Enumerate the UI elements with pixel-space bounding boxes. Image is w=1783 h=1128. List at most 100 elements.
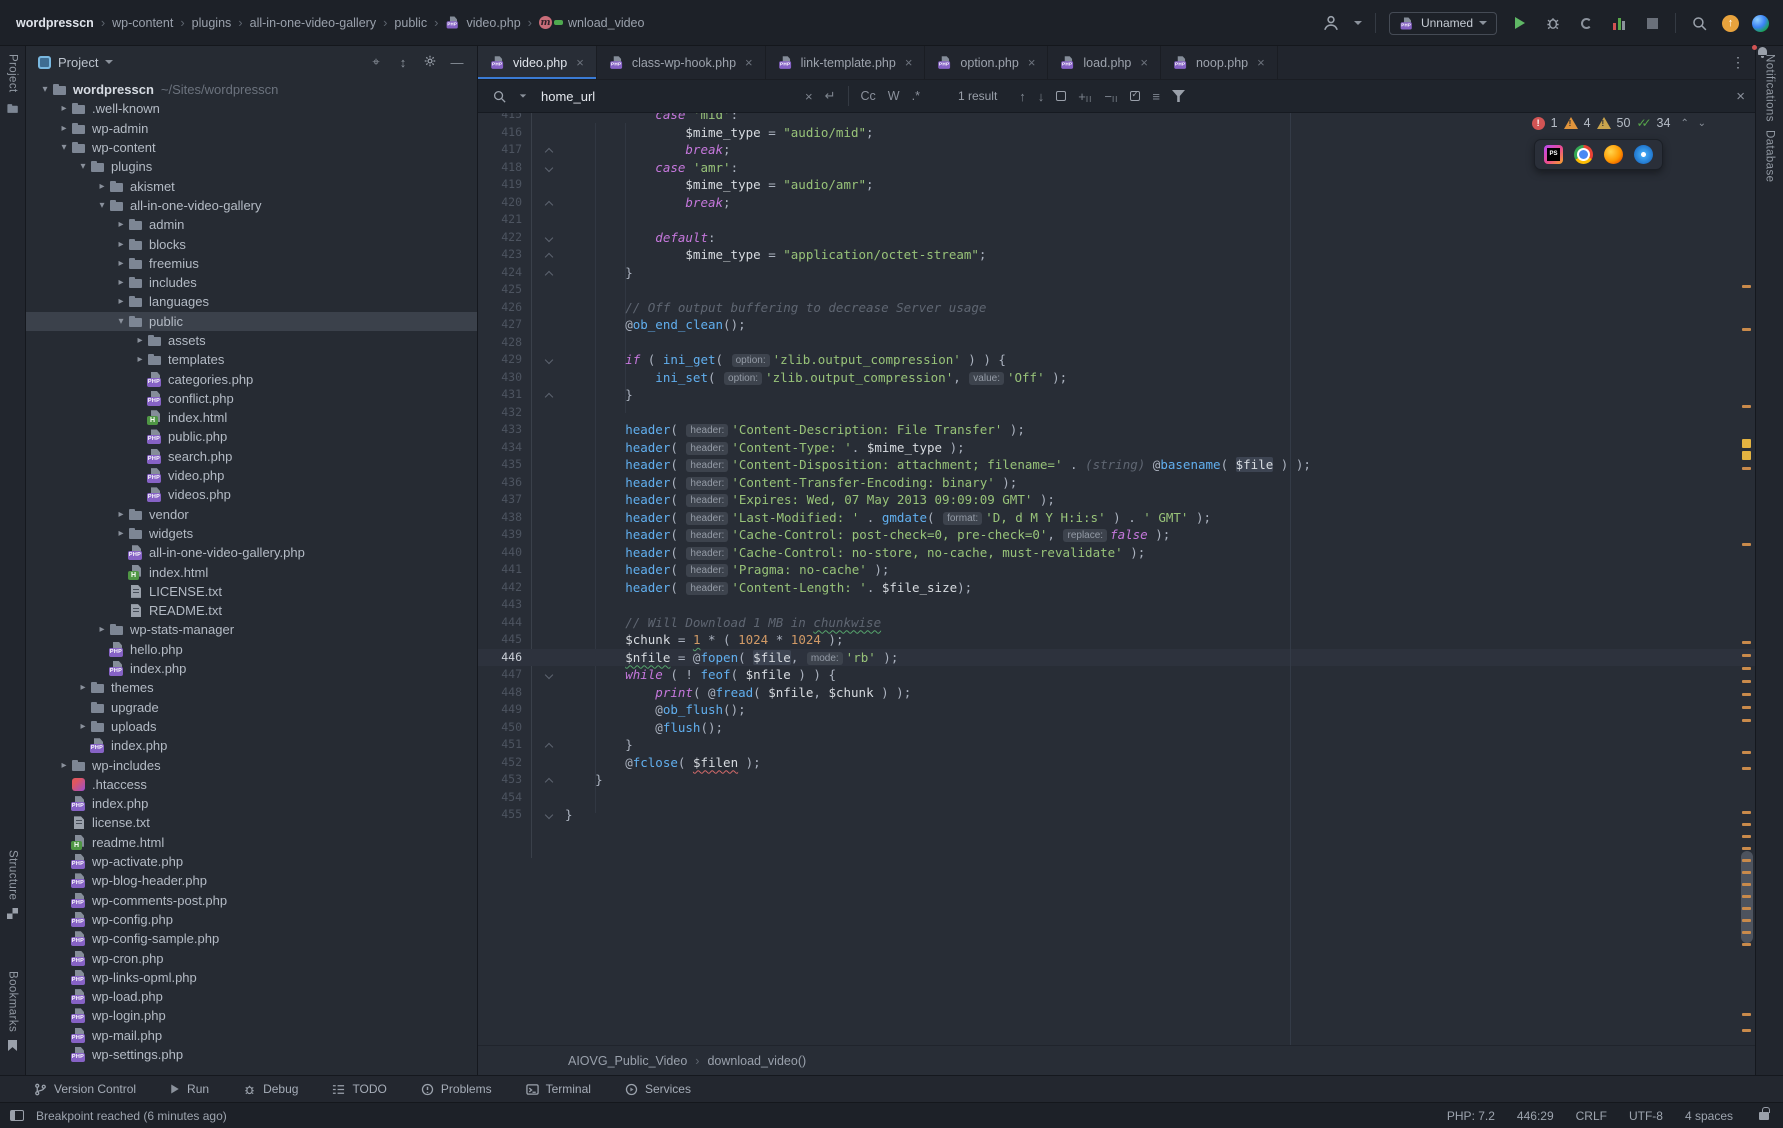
gutter-fold-column[interactable]: [522, 194, 565, 212]
next-occurrence-icon[interactable]: ↓: [1038, 89, 1045, 104]
tree-expand-arrow[interactable]: ▸: [57, 760, 71, 771]
tab-options-kebab-icon[interactable]: ⋮: [1721, 54, 1755, 71]
chrome-browser-icon[interactable]: [1574, 145, 1593, 164]
stripe-mark[interactable]: [1742, 823, 1751, 826]
tree-item-wp-cron.php[interactable]: wp-cron.php: [26, 948, 477, 967]
window-layout-icon[interactable]: [10, 1110, 24, 1121]
gutter-fold-column[interactable]: [522, 159, 565, 177]
whole-words-toggle[interactable]: W: [888, 89, 900, 103]
tree-item-wp-config-sample.php[interactable]: wp-config-sample.php: [26, 929, 477, 948]
tree-item-all-in-one-video-gallery.php[interactable]: all-in-one-video-gallery.php: [26, 543, 477, 562]
user-icon[interactable]: [1321, 13, 1341, 33]
breadcrumb-item[interactable]: mwnload_video: [539, 16, 644, 30]
tool-window-button-terminal[interactable]: Terminal: [526, 1082, 591, 1096]
gutter-fold-column[interactable]: [522, 351, 565, 369]
tree-expand-arrow[interactable]: ▸: [133, 335, 147, 346]
filter-lines-icon[interactable]: ≡: [1152, 89, 1160, 104]
tree-expand-arrow[interactable]: ▸: [114, 528, 128, 539]
stripe-mark[interactable]: [1742, 667, 1751, 670]
close-tab-icon[interactable]: ×: [1140, 55, 1148, 70]
stripe-mark[interactable]: [1742, 859, 1751, 862]
gutter-fold-column[interactable]: [522, 141, 565, 159]
stripe-mark[interactable]: [1742, 919, 1751, 922]
stripe-mark[interactable]: [1742, 943, 1751, 946]
stripe-mark[interactable]: [1742, 680, 1751, 683]
tool-window-button-problems[interactable]: Problems: [421, 1082, 492, 1096]
code-line-453[interactable]: 453}: [478, 771, 1755, 789]
search-filter-funnel-icon[interactable]: [1172, 90, 1185, 102]
code-line-438[interactable]: 438header( header:'Last-Modified: ' . gm…: [478, 509, 1755, 527]
breadcrumb-class[interactable]: AIOVG_Public_Video: [568, 1054, 687, 1068]
tool-button-database[interactable]: Database: [1764, 130, 1776, 182]
tree-item-blocks[interactable]: ▸blocks: [26, 234, 477, 253]
find-input[interactable]: home_url: [541, 89, 793, 104]
tree-item-search.php[interactable]: search.php: [26, 447, 477, 466]
code-line-452[interactable]: 452@fclose( $filen );: [478, 754, 1755, 772]
fold-marker-icon[interactable]: [545, 270, 553, 278]
breadcrumb[interactable]: wordpresscn›wp-content›plugins›all-in-on…: [0, 15, 644, 30]
tree-item-wp-load.php[interactable]: wp-load.php: [26, 987, 477, 1006]
tool-window-button-run[interactable]: Run: [170, 1082, 209, 1096]
tree-item-public[interactable]: ▾public: [26, 312, 477, 331]
code-line-437[interactable]: 437header( header:'Expires: Wed, 07 May …: [478, 491, 1755, 509]
search-everywhere-icon[interactable]: [1689, 13, 1709, 33]
tree-item-readme.html[interactable]: readme.html: [26, 833, 477, 852]
code-line-424[interactable]: 424}: [478, 264, 1755, 282]
tree-item-video.php[interactable]: video.php: [26, 466, 477, 485]
tree-expand-arrow[interactable]: ▾: [57, 142, 71, 153]
tab-video.php[interactable]: video.php×: [478, 46, 597, 79]
tree-item-wp-admin[interactable]: ▸wp-admin: [26, 119, 477, 138]
fold-marker-icon[interactable]: [545, 200, 553, 208]
code-line-442[interactable]: 442header( header:'Content-Length: '. $f…: [478, 579, 1755, 597]
code-line-429[interactable]: 429if ( ini_get( option:'zlib.output_com…: [478, 351, 1755, 369]
select-opened-file-icon[interactable]: ⌖: [366, 54, 386, 70]
prev-next-problem-chevrons[interactable]: ⌃ ⌄: [1680, 118, 1709, 129]
tree-item-index.html[interactable]: index.html: [26, 562, 477, 581]
code-line-445[interactable]: 445$chunk = 1 * ( 1024 * 1024 );: [478, 631, 1755, 649]
profiler-button[interactable]: [1609, 13, 1629, 33]
tree-item-wordpresscn[interactable]: ▾wordpresscn~/Sites/wordpresscn: [26, 80, 477, 99]
fold-marker-icon[interactable]: [545, 356, 553, 364]
tree-item-conflict.php[interactable]: conflict.php: [26, 389, 477, 408]
stripe-mark[interactable]: [1742, 439, 1751, 448]
code-line-427[interactable]: 427@ob_end_clean();: [478, 316, 1755, 334]
tree-expand-arrow[interactable]: ▸: [114, 219, 128, 230]
tool-window-button-todo[interactable]: TODO: [332, 1082, 386, 1096]
tree-item-hello.php[interactable]: hello.php: [26, 640, 477, 659]
tree-item-wp-includes[interactable]: ▸wp-includes: [26, 755, 477, 774]
status-item[interactable]: 4 spaces: [1685, 1109, 1733, 1123]
stripe-mark[interactable]: [1742, 719, 1751, 722]
status-item[interactable]: 446:29: [1517, 1109, 1554, 1123]
tool-window-button-version-control[interactable]: Version Control: [34, 1082, 136, 1096]
stripe-mark[interactable]: [1742, 405, 1751, 408]
clear-search-icon[interactable]: ×: [805, 89, 813, 104]
stripe-mark[interactable]: [1742, 811, 1751, 814]
tree-item-wp-comments-post.php[interactable]: wp-comments-post.php: [26, 890, 477, 909]
select-all-occurrences-icon[interactable]: [1130, 91, 1140, 101]
code-line-439[interactable]: 439header( header:'Cache-Control: post-c…: [478, 526, 1755, 544]
tab-load.php[interactable]: load.php×: [1048, 46, 1161, 79]
code-line-455[interactable]: 455}: [478, 806, 1755, 824]
tree-item-akismet[interactable]: ▸akismet: [26, 176, 477, 195]
code-line-419[interactable]: 419$mime_type = "audio/amr";: [478, 176, 1755, 194]
tree-item-wp-settings.php[interactable]: wp-settings.php: [26, 1045, 477, 1064]
tool-button-structure[interactable]: Structure: [7, 850, 19, 900]
tree-expand-arrow[interactable]: ▸: [114, 277, 128, 288]
stripe-mark[interactable]: [1742, 871, 1751, 874]
close-tab-icon[interactable]: ×: [576, 55, 584, 70]
tree-item-wp-stats-manager[interactable]: ▸wp-stats-manager: [26, 620, 477, 639]
code-line-441[interactable]: 441header( header:'Pragma: no-cache' );: [478, 561, 1755, 579]
code-editor[interactable]: 415case 'mid':416$mime_type = "audio/mid…: [478, 113, 1755, 1045]
stripe-mark[interactable]: [1742, 654, 1751, 657]
new-line-icon[interactable]: ↵: [825, 88, 836, 104]
run-configuration-select[interactable]: Unnamed: [1389, 12, 1497, 35]
tree-item-wp-links-opml.php[interactable]: wp-links-opml.php: [26, 968, 477, 987]
code-line-450[interactable]: 450@flush();: [478, 719, 1755, 737]
update-available-icon[interactable]: ↑: [1722, 15, 1739, 32]
hide-panel-icon[interactable]: —: [447, 55, 467, 70]
close-tab-icon[interactable]: ×: [745, 55, 753, 70]
remove-selection-icon[interactable]: −II: [1104, 89, 1118, 104]
gutter-fold-column[interactable]: [522, 736, 565, 754]
tree-item-LICENSE.txt[interactable]: LICENSE.txt: [26, 582, 477, 601]
fold-marker-icon[interactable]: [545, 778, 553, 786]
